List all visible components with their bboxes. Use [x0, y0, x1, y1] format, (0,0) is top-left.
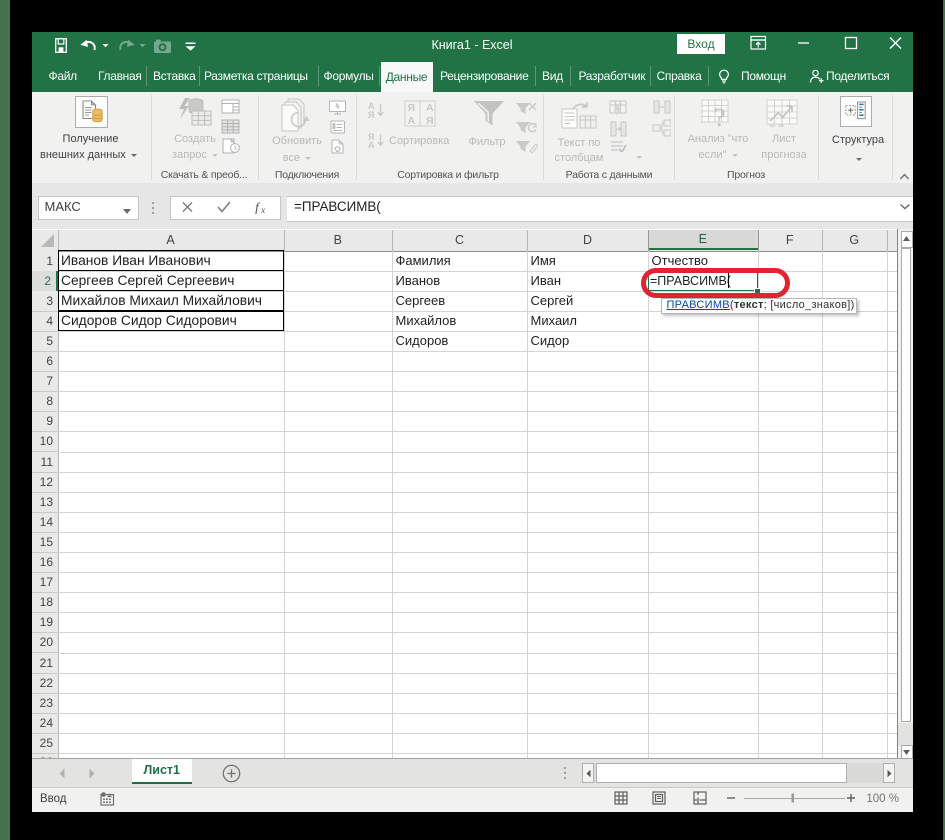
svg-text:А: А: [368, 140, 375, 148]
svg-text:Я: Я: [368, 110, 374, 120]
svg-text:А: А: [426, 102, 434, 114]
svg-text:x: x: [260, 206, 266, 214]
svg-text:А: А: [408, 115, 416, 127]
svg-text:Я: Я: [426, 115, 434, 127]
svg-text:?: ?: [714, 103, 726, 131]
svg-text:Я: Я: [408, 102, 416, 114]
